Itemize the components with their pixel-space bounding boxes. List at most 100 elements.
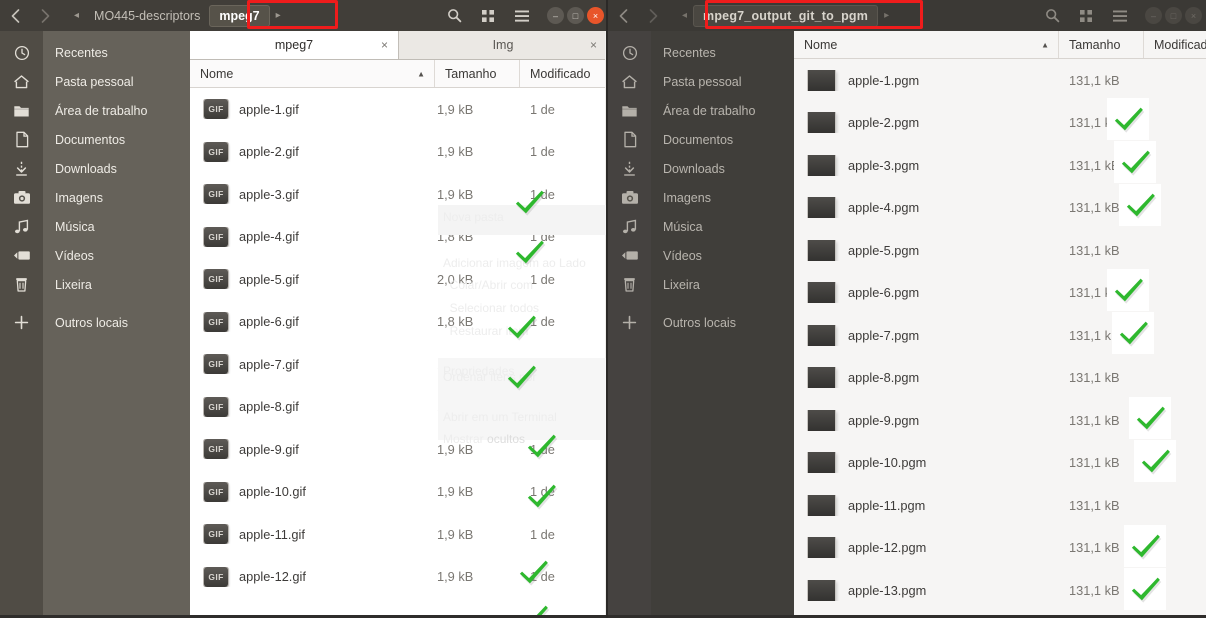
file-modified: 1 de xyxy=(530,314,555,330)
sidebar-item-label: Recentes xyxy=(663,45,716,60)
sidebar-item-label: Outros locais xyxy=(55,315,128,330)
sidebar-item-documentos[interactable]: Documentos xyxy=(608,125,794,154)
sidebar-item-m-sica[interactable]: Música xyxy=(0,212,190,241)
column-header-label: Modificado xyxy=(1154,37,1206,52)
tab-img[interactable]: Img × xyxy=(399,31,608,59)
trash-icon xyxy=(608,276,651,293)
table-row[interactable]: apple-7.pgm 131,1 kB xyxy=(794,314,1206,357)
file-name: apple-5.pgm xyxy=(848,242,920,258)
forward-button[interactable] xyxy=(30,4,60,27)
maximize-button-right[interactable]: □ xyxy=(1165,7,1182,24)
sidebar-item-pasta-pessoal[interactable]: Pasta pessoal xyxy=(608,67,794,96)
file-list-right[interactable]: apple-1.pgm 131,1 kB apple-2.pgm 131,1 kB ap… xyxy=(794,59,1206,612)
sidebar-item-downloads[interactable]: Downloads xyxy=(0,154,190,183)
table-row[interactable]: apple-9.pgm 131,1 kB xyxy=(794,399,1206,442)
table-row[interactable]: apple-6.pgm 131,1 kB xyxy=(794,272,1206,315)
file-size: 1,8 kB xyxy=(437,229,474,245)
sidebar-item-rea-de-trabalho[interactable]: Área de trabalho xyxy=(0,96,190,125)
breadcrumb-prev-icon-right[interactable]: ◂ xyxy=(676,10,693,21)
back-button[interactable] xyxy=(0,4,30,27)
sidebar-item-downloads[interactable]: Downloads xyxy=(608,154,794,183)
breadcrumb-parent[interactable]: MO445-descriptors xyxy=(85,5,209,27)
sidebar-item-outros-locais[interactable]: Outros locais xyxy=(0,308,190,337)
file-list-left[interactable]: GIF apple-1.gif 1,9 kB 1 de GIF apple-2.gif 1,… xyxy=(190,88,608,618)
table-row[interactable]: apple-3.pgm 131,1 kB xyxy=(794,144,1206,187)
table-row[interactable]: GIF apple-2.gif 1,9 kB 1 de xyxy=(190,131,608,174)
table-row[interactable]: GIF apple-12.gif 1,9 kB 1 de xyxy=(190,556,608,599)
table-row[interactable]: GIF apple-1.gif 1,9 kB 1 de xyxy=(190,88,608,131)
column-header-nome[interactable]: Nome ▲ xyxy=(794,31,1059,58)
file-name-cell: apple-8.pgm xyxy=(794,367,1059,389)
column-header-modificado[interactable]: Modificado xyxy=(1144,31,1206,58)
search-icon[interactable] xyxy=(437,0,471,31)
table-row[interactable]: GIF apple-11.gif 1,9 kB 1 de xyxy=(190,513,608,556)
close-button[interactable]: × xyxy=(587,7,604,24)
column-header-tamanho[interactable]: Tamanho xyxy=(1059,31,1144,58)
file-size: 1,9 kB xyxy=(437,441,474,457)
grid-view-icon-right[interactable] xyxy=(1069,0,1103,31)
breadcrumb-next-icon[interactable]: ▸ xyxy=(270,10,287,21)
file-name: apple-8.gif xyxy=(239,399,299,415)
grid-view-icon[interactable] xyxy=(471,0,505,31)
tab-mpeg7[interactable]: mpeg7 × xyxy=(190,31,399,59)
sidebar-item-imagens[interactable]: Imagens xyxy=(608,183,794,212)
table-row[interactable]: GIF apple-8.gif 1,9 kB 1 de xyxy=(190,386,608,429)
maximize-button[interactable]: □ xyxy=(567,7,584,24)
column-header-modificado[interactable]: Modificado xyxy=(520,60,608,87)
table-row[interactable]: apple-13.pgm 131,1 kB xyxy=(794,569,1206,612)
table-row[interactable]: GIF apple-7.gif 1,9 kB 1 de xyxy=(190,343,608,386)
table-row[interactable]: GIF apple-9.gif 1,9 kB 1 de xyxy=(190,428,608,471)
breadcrumb-next-icon-right[interactable]: ▸ xyxy=(878,10,895,21)
table-row[interactable]: apple-2.pgm 131,1 kB xyxy=(794,102,1206,145)
tab-close-icon[interactable]: × xyxy=(590,38,597,52)
breadcrumb-prev-icon[interactable]: ◂ xyxy=(68,10,85,21)
minimize-button-right[interactable]: – xyxy=(1145,7,1162,24)
sidebar-item-m-sica[interactable]: Música xyxy=(608,212,794,241)
table-row[interactable]: apple-5.pgm 131,1 kB xyxy=(794,229,1206,272)
table-row[interactable]: apple-1.pgm 131,1 kB xyxy=(794,59,1206,102)
sidebar-item-imagens[interactable]: Imagens xyxy=(0,183,190,212)
table-row[interactable]: apple-4.pgm 131,1 kB xyxy=(794,187,1206,230)
sidebar-item-lixeira[interactable]: Lixeira xyxy=(0,270,190,299)
pgm-image-thumbnail xyxy=(808,282,835,304)
sidebar-item-lixeira[interactable]: Lixeira xyxy=(608,270,794,299)
sidebar-item-outros-locais[interactable]: Outros locais xyxy=(608,308,794,337)
column-header-nome[interactable]: Nome ▲ xyxy=(190,60,435,87)
back-button-right[interactable] xyxy=(608,4,638,27)
file-name-cell: GIF apple-3.gif xyxy=(190,184,435,205)
camera-icon xyxy=(608,190,651,205)
table-row[interactable]: GIF apple-6.gif 1,8 kB 1 de xyxy=(190,301,608,344)
sidebar-item-rea-de-trabalho[interactable]: Área de trabalho xyxy=(608,96,794,125)
breadcrumb-current[interactable]: mpeg7 xyxy=(209,4,270,27)
hamburger-menu-icon-right[interactable] xyxy=(1103,0,1137,31)
window-divider xyxy=(606,0,608,618)
file-name-cell: GIF apple-7.gif xyxy=(190,354,435,375)
table-row[interactable]: GIF apple-5.gif 2,0 kB 1 de xyxy=(190,258,608,301)
sidebar-item-recentes[interactable]: Recentes xyxy=(0,38,190,67)
sidebar-item-pasta-pessoal[interactable]: Pasta pessoal xyxy=(0,67,190,96)
table-row[interactable]: apple-11.pgm 131,1 kB xyxy=(794,484,1206,527)
breadcrumb-current-right[interactable]: mpeg7_output_git_to_pgm xyxy=(693,4,879,27)
table-row[interactable]: GIF apple-10.gif 1,9 kB 1 de xyxy=(190,471,608,514)
table-row[interactable]: apple-10.pgm 131,1 kB xyxy=(794,442,1206,485)
column-header-right: Nome ▲ Tamanho Modificado xyxy=(794,31,1206,59)
table-row[interactable]: apple-12.pgm 131,1 kB xyxy=(794,527,1206,570)
sidebar-item-v-deos[interactable]: Vídeos xyxy=(608,241,794,270)
hamburger-menu-icon[interactable] xyxy=(505,0,539,31)
minimize-button[interactable]: – xyxy=(547,7,564,24)
file-name: apple-4.pgm xyxy=(848,200,920,216)
sidebar-item-v-deos[interactable]: Vídeos xyxy=(0,241,190,270)
forward-button-right[interactable] xyxy=(638,4,668,27)
sidebar-item-label: Imagens xyxy=(55,190,103,205)
search-icon-right[interactable] xyxy=(1035,0,1069,31)
close-button-right[interactable]: × xyxy=(1185,7,1202,24)
column-header-tamanho[interactable]: Tamanho xyxy=(435,60,520,87)
sidebar-item-documentos[interactable]: Documentos xyxy=(0,125,190,154)
table-row[interactable]: GIF apple-3.gif 1,9 kB 1 de xyxy=(190,173,608,216)
tab-close-icon[interactable]: × xyxy=(381,38,388,52)
sidebar-item-recentes[interactable]: Recentes xyxy=(608,38,794,67)
table-row[interactable]: apple-8.pgm 131,1 kB xyxy=(794,357,1206,400)
gif-file-icon: GIF xyxy=(204,184,228,205)
table-row[interactable]: GIF apple-4.gif 1,8 kB 1 de xyxy=(190,216,608,259)
titlebar-right: ◂ mpeg7_output_git_to_pgm ▸ – □ × xyxy=(608,0,1206,31)
